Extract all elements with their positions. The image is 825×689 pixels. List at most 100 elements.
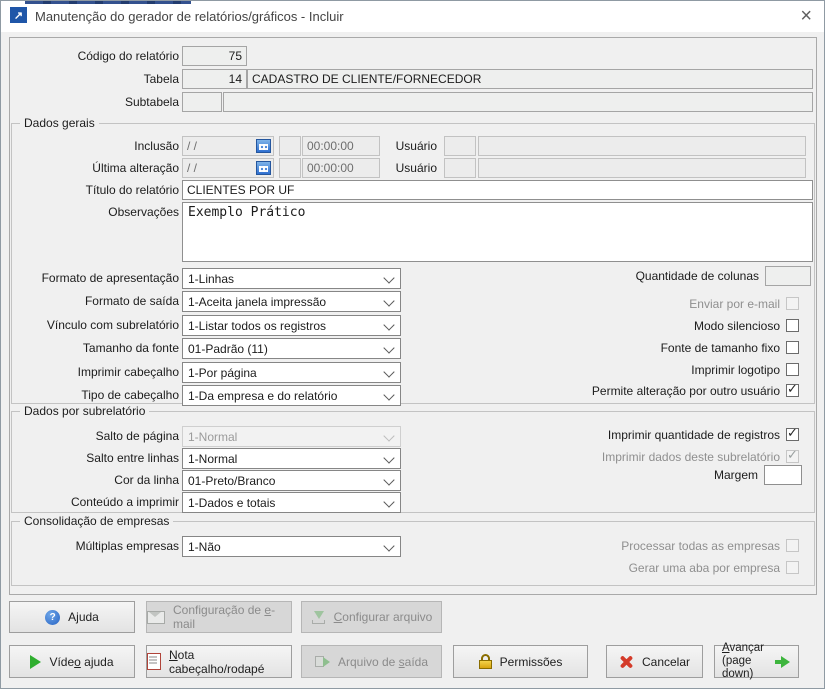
combo-value: 1-Dados e totais — [188, 496, 275, 510]
vinculo-subrelatorio-label: Vínculo com subrelatório — [9, 315, 179, 335]
configurar-arquivo-button: Configurar arquivo — [301, 601, 442, 633]
video-ajuda-button-label: Vídeo ajuda — [49, 655, 113, 669]
combo-value: 1-Listar todos os registros — [188, 319, 326, 333]
permite-alteracao-row: Permite alteração por outro usuário — [592, 383, 799, 398]
chevron-down-icon — [383, 366, 394, 377]
chevron-down-icon — [383, 496, 394, 507]
calendar-icon[interactable] — [256, 139, 271, 153]
modo-silencioso-row: Modo silencioso — [694, 318, 799, 333]
group-dados-gerais-legend: Dados gerais — [20, 116, 99, 130]
ajuda-button[interactable]: ? Ajuda — [9, 601, 135, 633]
ultima-alteracao-usuario-name-field — [478, 158, 806, 178]
help-icon: ? — [45, 610, 60, 625]
ultima-alteracao-label: Última alteração — [9, 158, 179, 178]
permissoes-button[interactable]: Permissões — [453, 645, 588, 678]
imprimir-cabecalho-combo[interactable]: 1-Por página — [182, 362, 401, 383]
combo-value: 1-Normal — [188, 452, 237, 466]
multiplas-empresas-label: Múltiplas empresas — [9, 536, 179, 556]
tamanho-fonte-combo[interactable]: 01-Padrão (11) — [182, 338, 401, 359]
permite-alteracao-checkbox[interactable] — [786, 384, 799, 397]
configuracao-email-button: Configuração de e-mail — [146, 601, 292, 633]
avancar-button[interactable]: Avançar (page down) — [714, 645, 799, 678]
export-icon — [315, 655, 330, 668]
imprimir-logotipo-checkbox[interactable] — [786, 363, 799, 376]
configurar-arquivo-button-label: Configurar arquivo — [334, 610, 433, 624]
gerar-aba-checkbox — [786, 561, 799, 574]
imprimir-dados-subrel-checkbox — [786, 450, 799, 463]
formato-saida-label: Formato de saída — [9, 291, 179, 311]
subtabela-label: Subtabela — [9, 92, 179, 112]
multiplas-empresas-combo[interactable]: 1-Não — [182, 536, 401, 557]
chevron-down-icon — [383, 474, 394, 485]
tabela-label: Tabela — [9, 69, 179, 89]
nota-cabecalho-button[interactable]: Nota cabeçalho/rodapé — [146, 645, 292, 678]
imprimir-logotipo-row: Imprimir logotipo — [691, 362, 799, 377]
margem-label: Margem — [714, 468, 758, 482]
subtabela-desc-field — [223, 92, 813, 112]
salto-linhas-label: Salto entre linhas — [9, 448, 179, 468]
download-tray-icon — [311, 610, 326, 625]
inclusao-usuario-code-field — [444, 136, 476, 156]
fonte-fixo-checkbox[interactable] — [786, 341, 799, 354]
gerar-aba-label: Gerar uma aba por empresa — [629, 561, 780, 575]
combo-value: 1-Linhas — [188, 272, 234, 286]
titulo-field[interactable]: CLIENTES POR UF — [182, 180, 813, 200]
chevron-down-icon — [383, 430, 394, 441]
cancelar-button[interactable]: Cancelar — [606, 645, 703, 678]
imprimir-qtd-registros-checkbox[interactable] — [786, 428, 799, 441]
imprimir-logotipo-label: Imprimir logotipo — [691, 363, 780, 377]
play-icon — [30, 655, 41, 669]
salto-pagina-label: Salto de página — [9, 426, 179, 446]
imprimir-cabecalho-label: Imprimir cabeçalho — [9, 362, 179, 382]
formato-apresentacao-combo[interactable]: 1-Linhas — [182, 268, 401, 289]
tipo-cabecalho-combo[interactable]: 1-Da empresa e do relatório — [182, 385, 401, 406]
tipo-cabecalho-label: Tipo de cabeçalho — [9, 385, 179, 405]
salto-linhas-combo[interactable]: 1-Normal — [182, 448, 401, 469]
conteudo-imprimir-combo[interactable]: 1-Dados e totais — [182, 492, 401, 513]
titlebar: ↗ Manutenção do gerador de relatórios/gr… — [1, 1, 824, 32]
permite-alteracao-label: Permite alteração por outro usuário — [592, 384, 780, 398]
codigo-field: 75 — [182, 46, 247, 66]
combo-value: 1-Da empresa e do relatório — [188, 389, 337, 403]
combo-value: 1-Normal — [188, 430, 237, 444]
quantidade-colunas-row: Quantidade de colunas — [636, 268, 811, 283]
vinculo-subrelatorio-combo[interactable]: 1-Listar todos os registros — [182, 315, 401, 336]
margem-field[interactable] — [764, 465, 802, 485]
observacoes-textarea[interactable]: Exemplo Prático — [182, 202, 813, 262]
close-icon[interactable]: × — [800, 6, 812, 26]
chevron-down-icon — [383, 272, 394, 283]
chevron-down-icon — [383, 319, 394, 330]
modo-silencioso-checkbox[interactable] — [786, 319, 799, 332]
enviar-email-label: Enviar por e-mail — [689, 297, 780, 311]
ultima-alteracao-date-field: / / — [182, 158, 274, 178]
calendar-icon[interactable] — [256, 161, 271, 175]
combo-value: 01-Preto/Branco — [188, 474, 275, 488]
arquivo-saida-button: Arquivo de saída — [301, 645, 442, 678]
group-consolidacao-legend: Consolidação de empresas — [20, 514, 173, 528]
combo-value: 1-Não — [188, 540, 221, 554]
configuracao-email-button-label: Configuração de e-mail — [173, 603, 291, 631]
cor-linha-combo[interactable]: 01-Preto/Branco — [182, 470, 401, 491]
formato-saida-combo[interactable]: 1-Aceita janela impressão — [182, 291, 401, 312]
codigo-label: Código do relatório — [9, 46, 179, 66]
ajuda-button-label: Ajuda — [68, 610, 99, 624]
avancar-button-label: Avançar (page down) — [722, 642, 767, 681]
observacoes-label: Observações — [9, 202, 179, 222]
quantidade-colunas-label: Quantidade de colunas — [636, 269, 759, 283]
inclusao-usuario-label: Usuário — [361, 136, 437, 156]
video-ajuda-button[interactable]: Vídeo ajuda — [9, 645, 135, 678]
imprimir-qtd-registros-label: Imprimir quantidade de registros — [608, 428, 780, 442]
formato-apresentacao-label: Formato de apresentação — [9, 268, 179, 288]
inclusao-date-value: / / — [187, 139, 197, 153]
processar-empresas-label: Processar todas as empresas — [621, 539, 780, 553]
enviar-email-checkbox — [786, 297, 799, 310]
cancel-x-icon — [619, 654, 634, 669]
chevron-down-icon — [383, 540, 394, 551]
processar-empresas-row: Processar todas as empresas — [621, 538, 799, 553]
ultima-alteracao-usuario-label: Usuário — [361, 158, 437, 178]
chevron-down-icon — [383, 295, 394, 306]
combo-value: 1-Por página — [188, 366, 257, 380]
app-icon: ↗ — [10, 7, 27, 23]
imprimir-dados-subrel-row: Imprimir dados deste subrelatório — [602, 449, 799, 464]
background-window-fragment — [25, 1, 191, 4]
